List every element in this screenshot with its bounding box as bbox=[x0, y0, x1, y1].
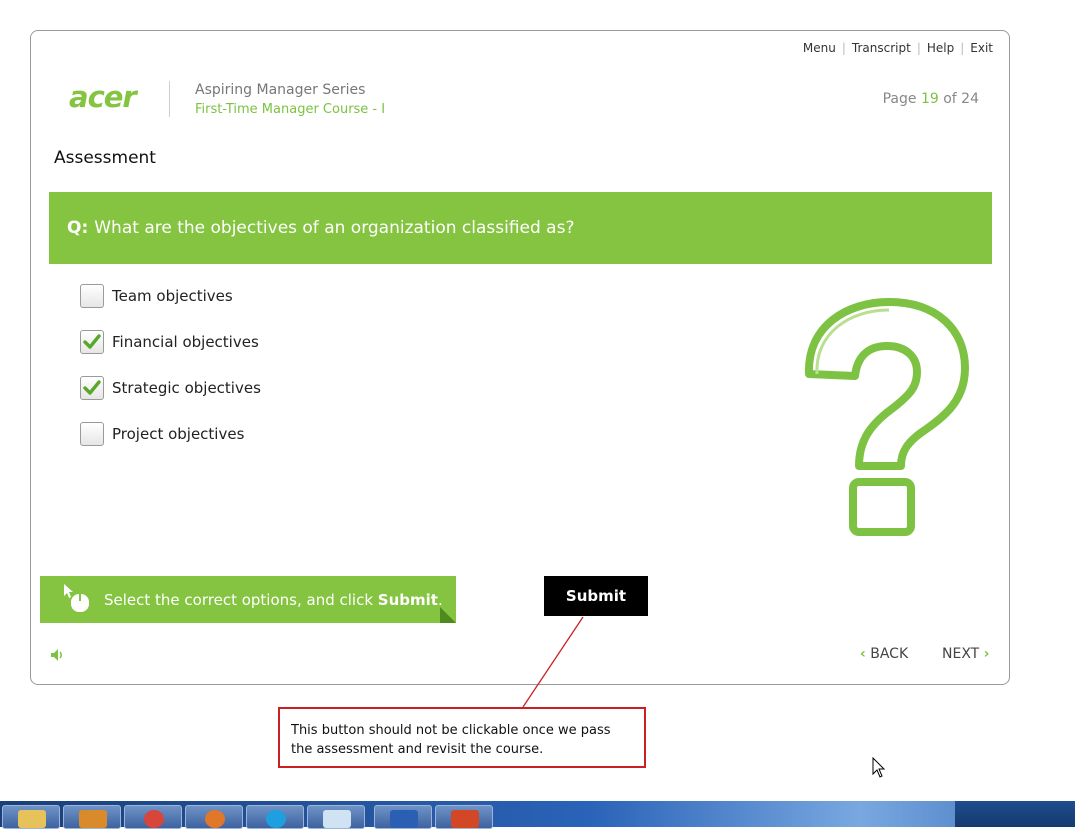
taskbar-powerpoint-button[interactable] bbox=[435, 805, 493, 829]
mouse-cursor-icon bbox=[872, 756, 886, 783]
taskbar-firefox-button[interactable] bbox=[185, 805, 243, 829]
notepad-icon bbox=[323, 810, 351, 828]
windows-taskbar bbox=[0, 801, 1075, 829]
taskbar-notepad-button[interactable] bbox=[307, 805, 365, 829]
firefox-icon bbox=[205, 810, 225, 828]
annotation-connector bbox=[522, 616, 584, 708]
chrome-icon bbox=[144, 810, 164, 828]
system-tray bbox=[955, 801, 1075, 827]
skype-icon bbox=[266, 810, 286, 828]
annotation-note: This button should not be clickable once… bbox=[278, 707, 646, 768]
word-icon bbox=[390, 810, 418, 828]
media-player-icon bbox=[79, 810, 107, 828]
powerpoint-icon bbox=[451, 810, 479, 828]
taskbar-skype-button[interactable] bbox=[246, 805, 304, 829]
taskbar-chrome-button[interactable] bbox=[124, 805, 182, 829]
taskbar-word-button[interactable] bbox=[374, 805, 432, 829]
folder-icon bbox=[18, 810, 46, 828]
taskbar-explorer-button[interactable] bbox=[2, 805, 60, 829]
taskbar-media-button[interactable] bbox=[63, 805, 121, 829]
